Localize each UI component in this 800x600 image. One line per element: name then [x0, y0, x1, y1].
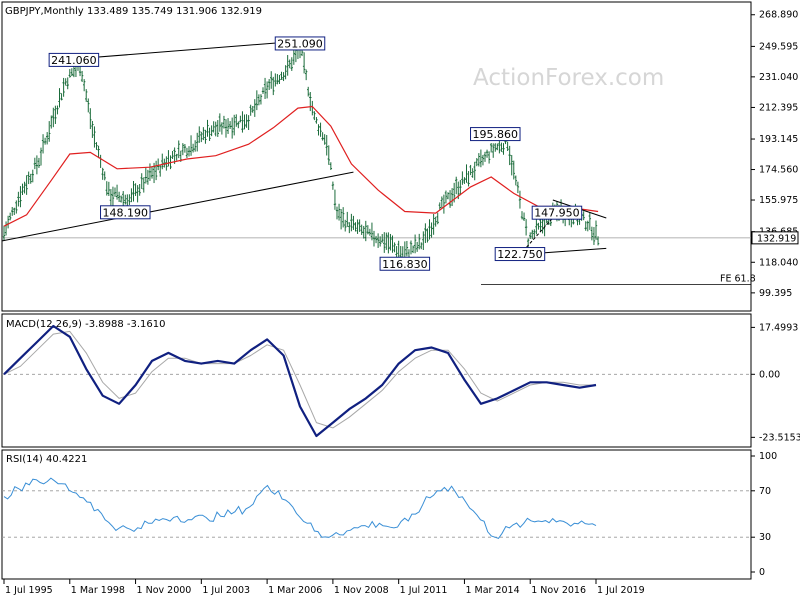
price-annotation: 147.950	[531, 205, 583, 220]
annotation-label: 195.860	[473, 128, 519, 141]
rsi-tick-label: 0	[759, 567, 765, 578]
x-tick-label: 1 Mar 2014	[465, 585, 519, 596]
rsi-tick-label: 70	[759, 486, 771, 497]
x-tick-label: 1 Jul 1995	[5, 585, 53, 596]
x-tick-label: 1 Jul 2019	[597, 585, 645, 596]
annotation-label: 241.060	[51, 54, 97, 67]
price-annotation: 251.090	[274, 36, 326, 51]
macd-tick-label: -23.5153	[759, 432, 800, 443]
annotation-label: 147.950	[534, 207, 580, 220]
annotation-label: 148.190	[103, 206, 149, 219]
annotation-label: 116.830	[382, 258, 428, 271]
macd-tick-label: 17.4993	[759, 322, 798, 333]
x-tick-label: 1 Jul 2003	[202, 585, 250, 596]
watermark: ActionForex.com	[473, 65, 664, 91]
fib-extension-label: FE 61.8	[720, 274, 756, 285]
price-annotation: 241.060	[48, 52, 100, 67]
symbol-label: GBPJPY,Monthly	[5, 6, 84, 17]
x-tick-label: 1 Mar 1998	[71, 585, 125, 596]
ohlc-values: 133.489 135.749 131.906 132.919	[87, 6, 262, 17]
macd-title: MACD(12,26,9) -3.8988 -3.1610	[6, 319, 166, 330]
price-tick-label: 118.040	[759, 257, 798, 268]
annotation-label: 122.750	[497, 248, 543, 261]
rsi-tick-label: 30	[759, 532, 771, 543]
price-tick-label: 249.595	[759, 41, 798, 52]
x-tick-label: 1 Mar 2006	[268, 585, 322, 596]
price-panel[interactable]	[1, 1, 752, 312]
price-tick-label: 99.395	[759, 288, 792, 299]
x-tick-label: 1 Jul 2011	[400, 585, 448, 596]
price-tick-label: 193.145	[759, 134, 798, 145]
last-price-label: 132.919	[757, 233, 796, 244]
macd-tick-label: 0.00	[759, 369, 780, 380]
price-tick-label: 268.890	[759, 10, 798, 21]
x-tick-label: 1 Nov 2008	[334, 585, 389, 596]
price-annotation: 148.190	[100, 205, 151, 220]
price-tick-label: 212.395	[759, 102, 798, 113]
annotation-label: 251.090	[277, 37, 323, 50]
macd-panel[interactable]	[1, 313, 752, 448]
rsi-panel[interactable]	[1, 449, 752, 580]
x-tick-label: 1 Nov 2000	[137, 585, 192, 596]
x-tick-label: 1 Nov 2016	[531, 585, 586, 596]
price-annotation: 116.830	[379, 256, 431, 271]
price-tick-label: 174.560	[759, 165, 798, 176]
rsi-title: RSI(14) 40.4221	[6, 454, 87, 465]
price-annotation: 195.860	[470, 127, 521, 142]
price-tick-label: 231.040	[759, 72, 798, 83]
price-tick-label: 155.975	[759, 195, 798, 206]
forex-chart: ActionForex.com GBPJPY,Monthly 133.489 1…	[1, 1, 800, 596]
price-annotation: 122.750	[494, 247, 546, 262]
rsi-tick-label: 100	[759, 451, 777, 462]
